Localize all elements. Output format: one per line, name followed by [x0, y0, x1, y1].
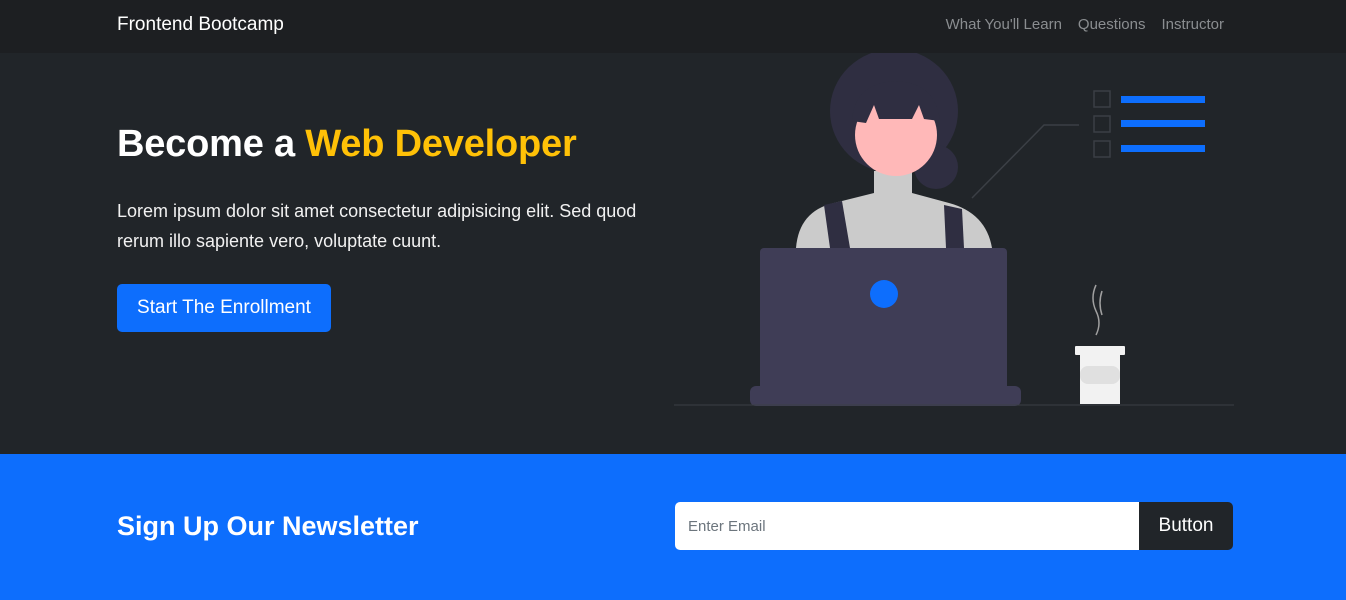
newsletter-section: Sign Up Our Newsletter Button [0, 454, 1346, 600]
checklist-line [1121, 145, 1205, 152]
person-at-laptop-illustration [674, 53, 1234, 406]
hero-title-accent: Web Developer [305, 123, 577, 165]
cup-sleeve-shape [1080, 366, 1120, 384]
nav-link-what-youll-learn[interactable]: What You'll Learn [946, 16, 1062, 33]
laptop-screen-shape [760, 248, 1007, 396]
enroll-button[interactable]: Start The Enrollment [117, 284, 331, 332]
navbar: Frontend Bootcamp What You'll Learn Ques… [0, 0, 1346, 53]
hero-title-prefix: Become a [117, 123, 306, 165]
laptop-logo-icon [870, 280, 898, 308]
steam-icon [1092, 284, 1100, 336]
email-input[interactable] [675, 502, 1140, 550]
right-strap-shape [944, 205, 964, 248]
cup-lid-shape [1075, 346, 1125, 355]
checklist-line [1121, 120, 1205, 127]
checkbox-icon [1093, 140, 1111, 158]
brand-link[interactable]: Frontend Bootcamp [117, 14, 284, 36]
nav-link-instructor[interactable]: Instructor [1161, 16, 1224, 33]
hero-title: Become a Web Developer [117, 123, 577, 166]
checkbox-icon [1093, 90, 1111, 108]
nav-links: What You'll Learn Questions Instructor [946, 16, 1224, 33]
nav-link-questions[interactable]: Questions [1078, 16, 1146, 33]
steam-icon [1099, 290, 1103, 316]
pointer-line [971, 124, 1079, 199]
hero-description: Lorem ipsum dolor sit amet consectetur a… [117, 201, 637, 251]
checkbox-icon [1093, 115, 1111, 133]
hero-section: Become a Web Developer Lorem ipsum dolor… [0, 53, 1346, 454]
laptop-base-shape [750, 386, 1021, 406]
newsletter-title: Sign Up Our Newsletter [117, 511, 419, 541]
checklist-line [1121, 96, 1205, 103]
newsletter-submit-button[interactable]: Button [1139, 502, 1233, 550]
